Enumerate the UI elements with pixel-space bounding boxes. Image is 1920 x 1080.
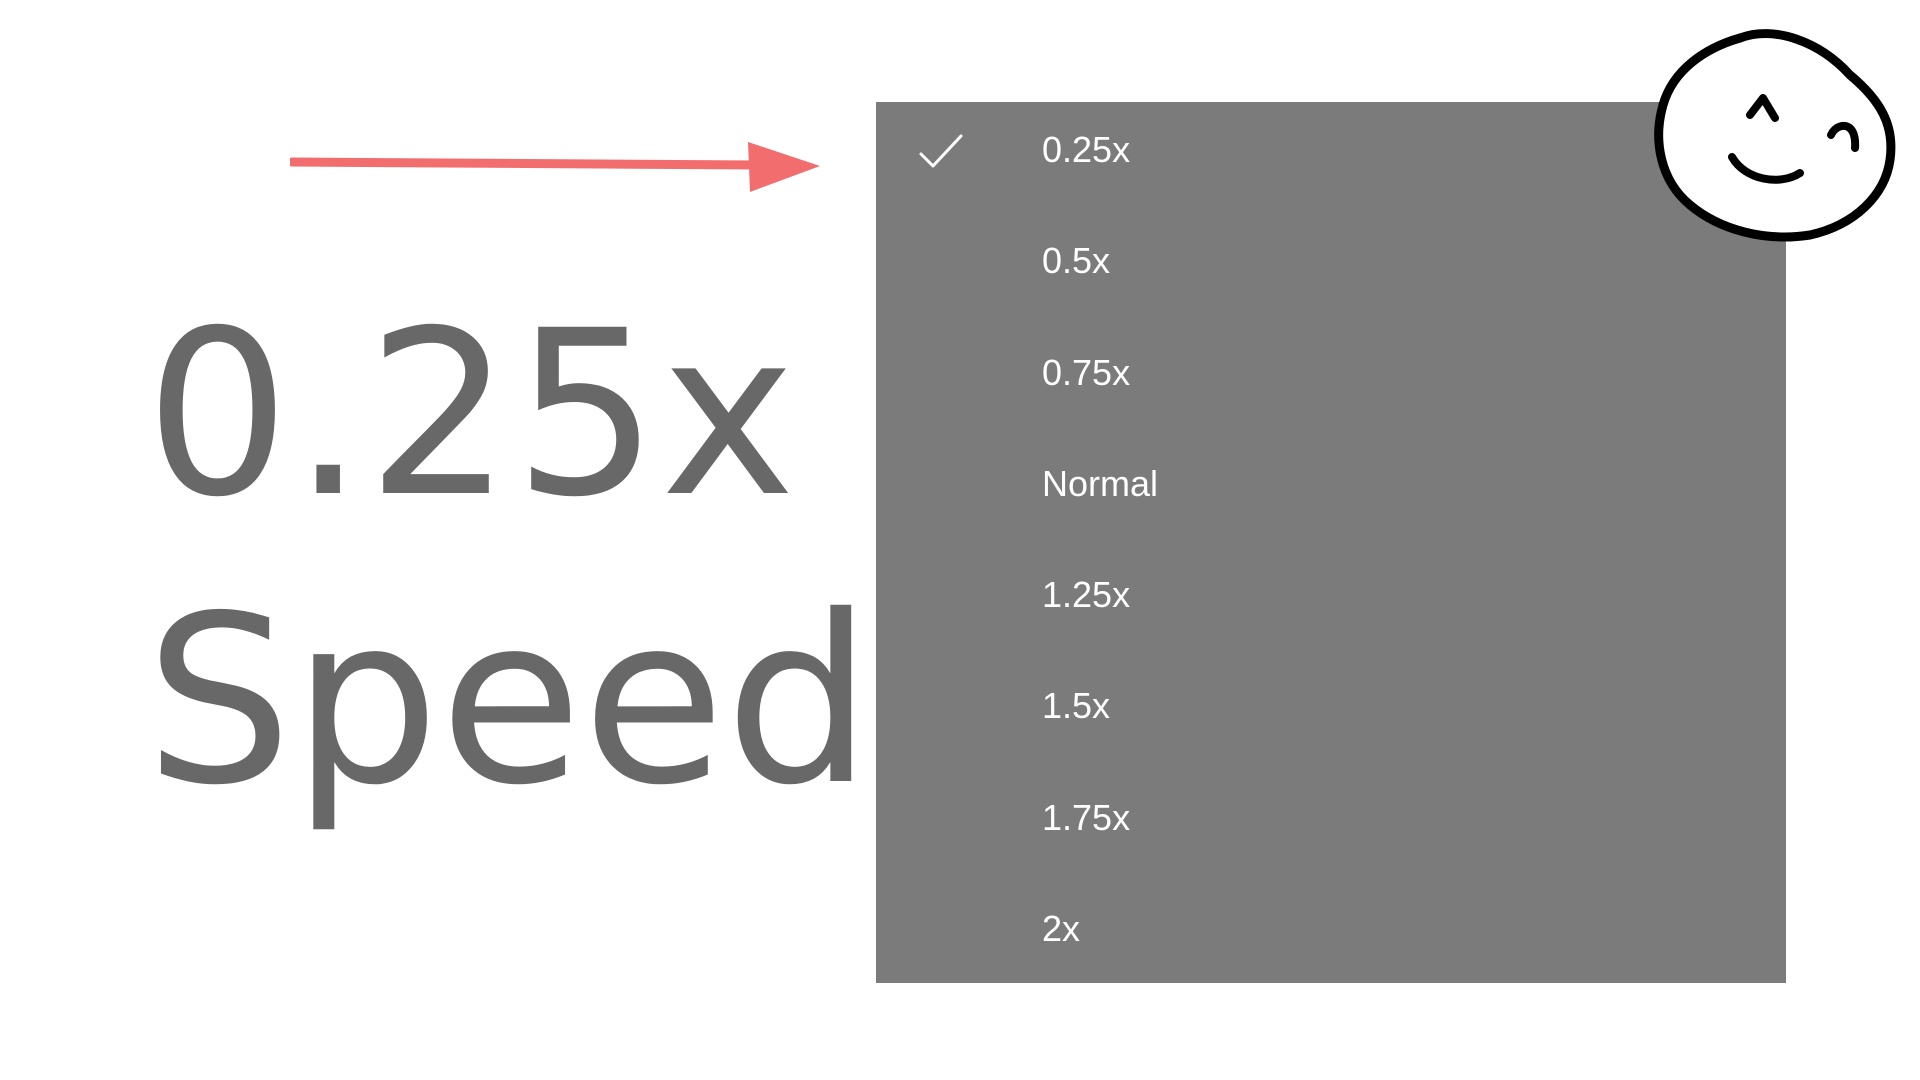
speed-option-1-75x[interactable]: 1.75x (876, 770, 1786, 881)
speed-option-label: 2x (1042, 908, 1081, 950)
speed-value-heading: 0.25x (145, 281, 798, 547)
speed-option-0-75x[interactable]: 0.75x (876, 325, 1786, 436)
speed-option-1-5x[interactable]: 1.5x (876, 658, 1786, 769)
screen: 0.25x Speed 0.25x 0.5x 0.75x Normal 1.25… (0, 0, 1920, 1080)
speed-option-normal[interactable]: Normal (876, 436, 1786, 547)
speed-option-label: 0.5x (1042, 240, 1111, 282)
speed-option-1-25x[interactable]: 1.25x (876, 547, 1786, 658)
speed-option-label: 1.75x (1042, 796, 1131, 838)
checkmark-icon (919, 134, 963, 168)
speed-option-2x[interactable]: 2x (876, 881, 1786, 992)
speed-word-heading: Speed (145, 566, 873, 836)
speed-option-label: 0.25x (1042, 129, 1131, 170)
speed-option-label: 1.25x (1042, 574, 1131, 616)
smiley-face-doodle-icon (1654, 29, 1896, 242)
speed-option-label: Normal (1042, 462, 1159, 504)
speed-option-label: 0.75x (1042, 351, 1131, 393)
speed-option-label: 1.5x (1042, 685, 1111, 727)
red-arrow-icon (290, 142, 820, 192)
